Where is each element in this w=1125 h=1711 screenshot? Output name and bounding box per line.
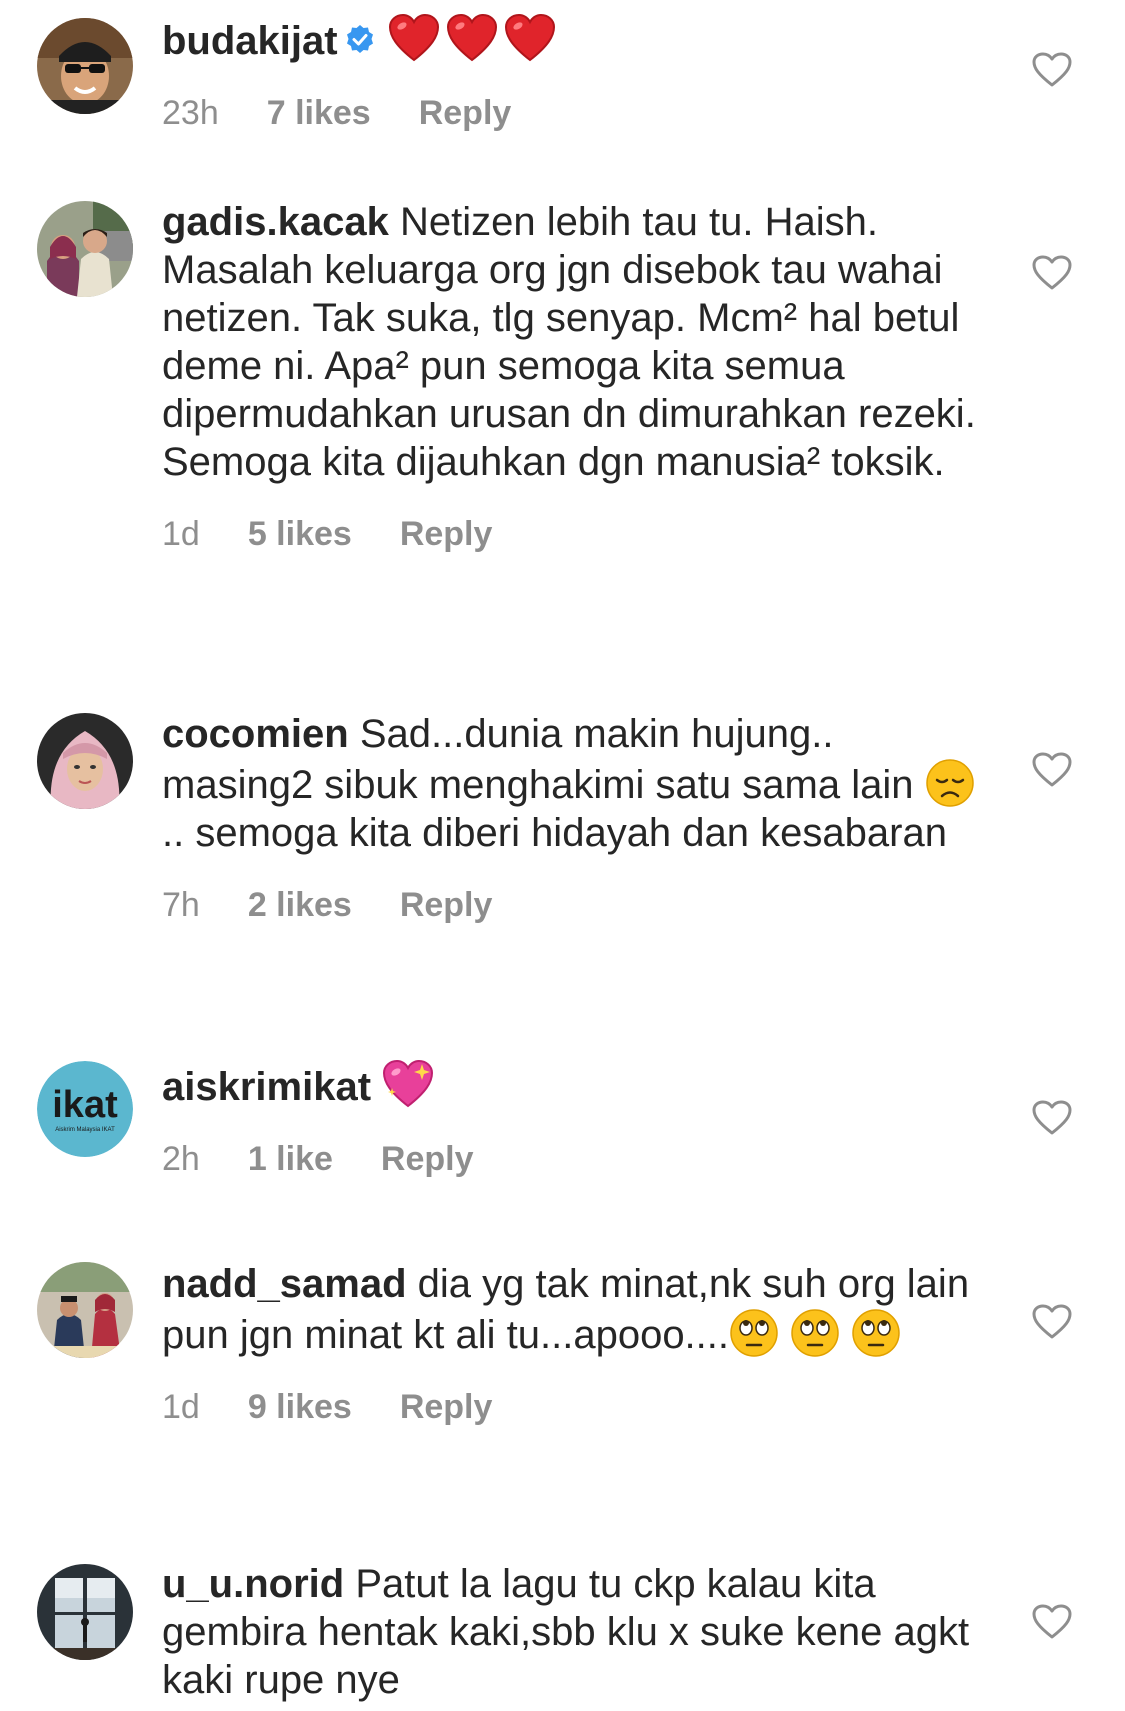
avatar[interactable] — [37, 1262, 133, 1358]
username[interactable]: u_u.norid — [162, 1562, 344, 1606]
timestamp: 2h — [162, 1140, 200, 1178]
comment-text: u_u.norid Patut la lagu tu ckp kalau kit… — [162, 1560, 992, 1704]
comment-text: nadd_samad dia yg tak minat,nk suh org l… — [162, 1260, 992, 1359]
comment-meta: 2h 1 like Reply — [162, 1139, 992, 1179]
comment-meta: 1d 9 likes Reply — [162, 1387, 992, 1427]
timestamp: 7h — [162, 886, 200, 924]
comment-body: cocomien Sad...dunia makin hujung.. masi… — [162, 710, 992, 925]
comment-text: budakijat — [162, 14, 992, 65]
avatar[interactable] — [37, 713, 133, 809]
username[interactable]: budakijat — [162, 19, 338, 63]
timestamp: 1d — [162, 1388, 200, 1426]
comment-meta: 7h 2 likes Reply — [162, 885, 992, 925]
comment-body: budakijat 23h 7 likes Reply — [162, 14, 992, 133]
heart-outline-icon[interactable] — [1032, 1604, 1072, 1640]
red-heart-emoji-icon — [446, 14, 497, 62]
heart-outline-icon[interactable] — [1032, 255, 1072, 291]
username[interactable]: gadis.kacak — [162, 200, 389, 244]
eye-roll-face-emoji-icon — [791, 1309, 839, 1357]
reply-button[interactable]: Reply — [400, 514, 493, 554]
red-heart-emoji-icon — [504, 14, 555, 62]
heart-outline-icon[interactable] — [1032, 1304, 1072, 1340]
likes-count[interactable]: 9 likes — [248, 1387, 352, 1427]
timestamp: 1d — [162, 515, 200, 553]
comment-body: u_u.norid Patut la lagu tu ckp kalau kit… — [162, 1560, 992, 1704]
disappointed-face-emoji-icon — [925, 759, 974, 807]
username[interactable]: aiskrimikat — [162, 1065, 371, 1109]
comment-meta: 1d 5 likes Reply — [162, 514, 992, 554]
eye-roll-face-emoji-icon — [730, 1309, 778, 1357]
reply-button[interactable]: Reply — [400, 885, 493, 925]
heart-outline-icon[interactable] — [1032, 52, 1072, 88]
avatar[interactable] — [37, 1564, 133, 1660]
avatar[interactable] — [37, 201, 133, 297]
reply-button[interactable]: Reply — [400, 1387, 493, 1427]
comment-text: aiskrimikat — [162, 1060, 992, 1111]
likes-count[interactable]: 2 likes — [248, 885, 352, 925]
username[interactable]: nadd_samad — [162, 1262, 407, 1306]
reply-button[interactable]: Reply — [381, 1139, 474, 1179]
comment-content: .. semoga kita diberi hidayah dan kesaba… — [162, 811, 947, 855]
comment-text: cocomien Sad...dunia makin hujung.. masi… — [162, 710, 992, 857]
username[interactable]: cocomien — [162, 712, 349, 756]
heart-outline-icon[interactable] — [1032, 1100, 1072, 1136]
comment-body: nadd_samad dia yg tak minat,nk suh org l… — [162, 1260, 992, 1427]
reply-button[interactable]: Reply — [419, 93, 512, 133]
heart-outline-icon[interactable] — [1032, 752, 1072, 788]
verified-badge-icon — [346, 25, 373, 53]
avatar[interactable] — [37, 18, 133, 114]
comment-text: gadis.kacak Netizen lebih tau tu. Haish.… — [162, 198, 992, 486]
comment-body: aiskrimikat 2h 1 like Reply — [162, 1060, 992, 1179]
likes-count[interactable]: 7 likes — [267, 93, 371, 133]
likes-count[interactable]: 5 likes — [248, 514, 352, 554]
likes-count[interactable]: 1 like — [248, 1139, 333, 1179]
sparkling-heart-emoji-icon — [383, 1060, 434, 1108]
comment-body: gadis.kacak Netizen lebih tau tu. Haish.… — [162, 198, 992, 554]
eye-roll-face-emoji-icon — [852, 1309, 901, 1357]
comment-meta: 23h 7 likes Reply — [162, 93, 992, 133]
avatar-logo-text: ikat — [52, 1084, 118, 1126]
avatar-logo-subtext: Aiskrim Malaysia IKAT — [55, 1127, 115, 1133]
red-heart-emoji-icon — [388, 14, 439, 62]
avatar[interactable]: ikat Aiskrim Malaysia IKAT — [37, 1061, 133, 1157]
timestamp: 23h — [162, 94, 219, 132]
